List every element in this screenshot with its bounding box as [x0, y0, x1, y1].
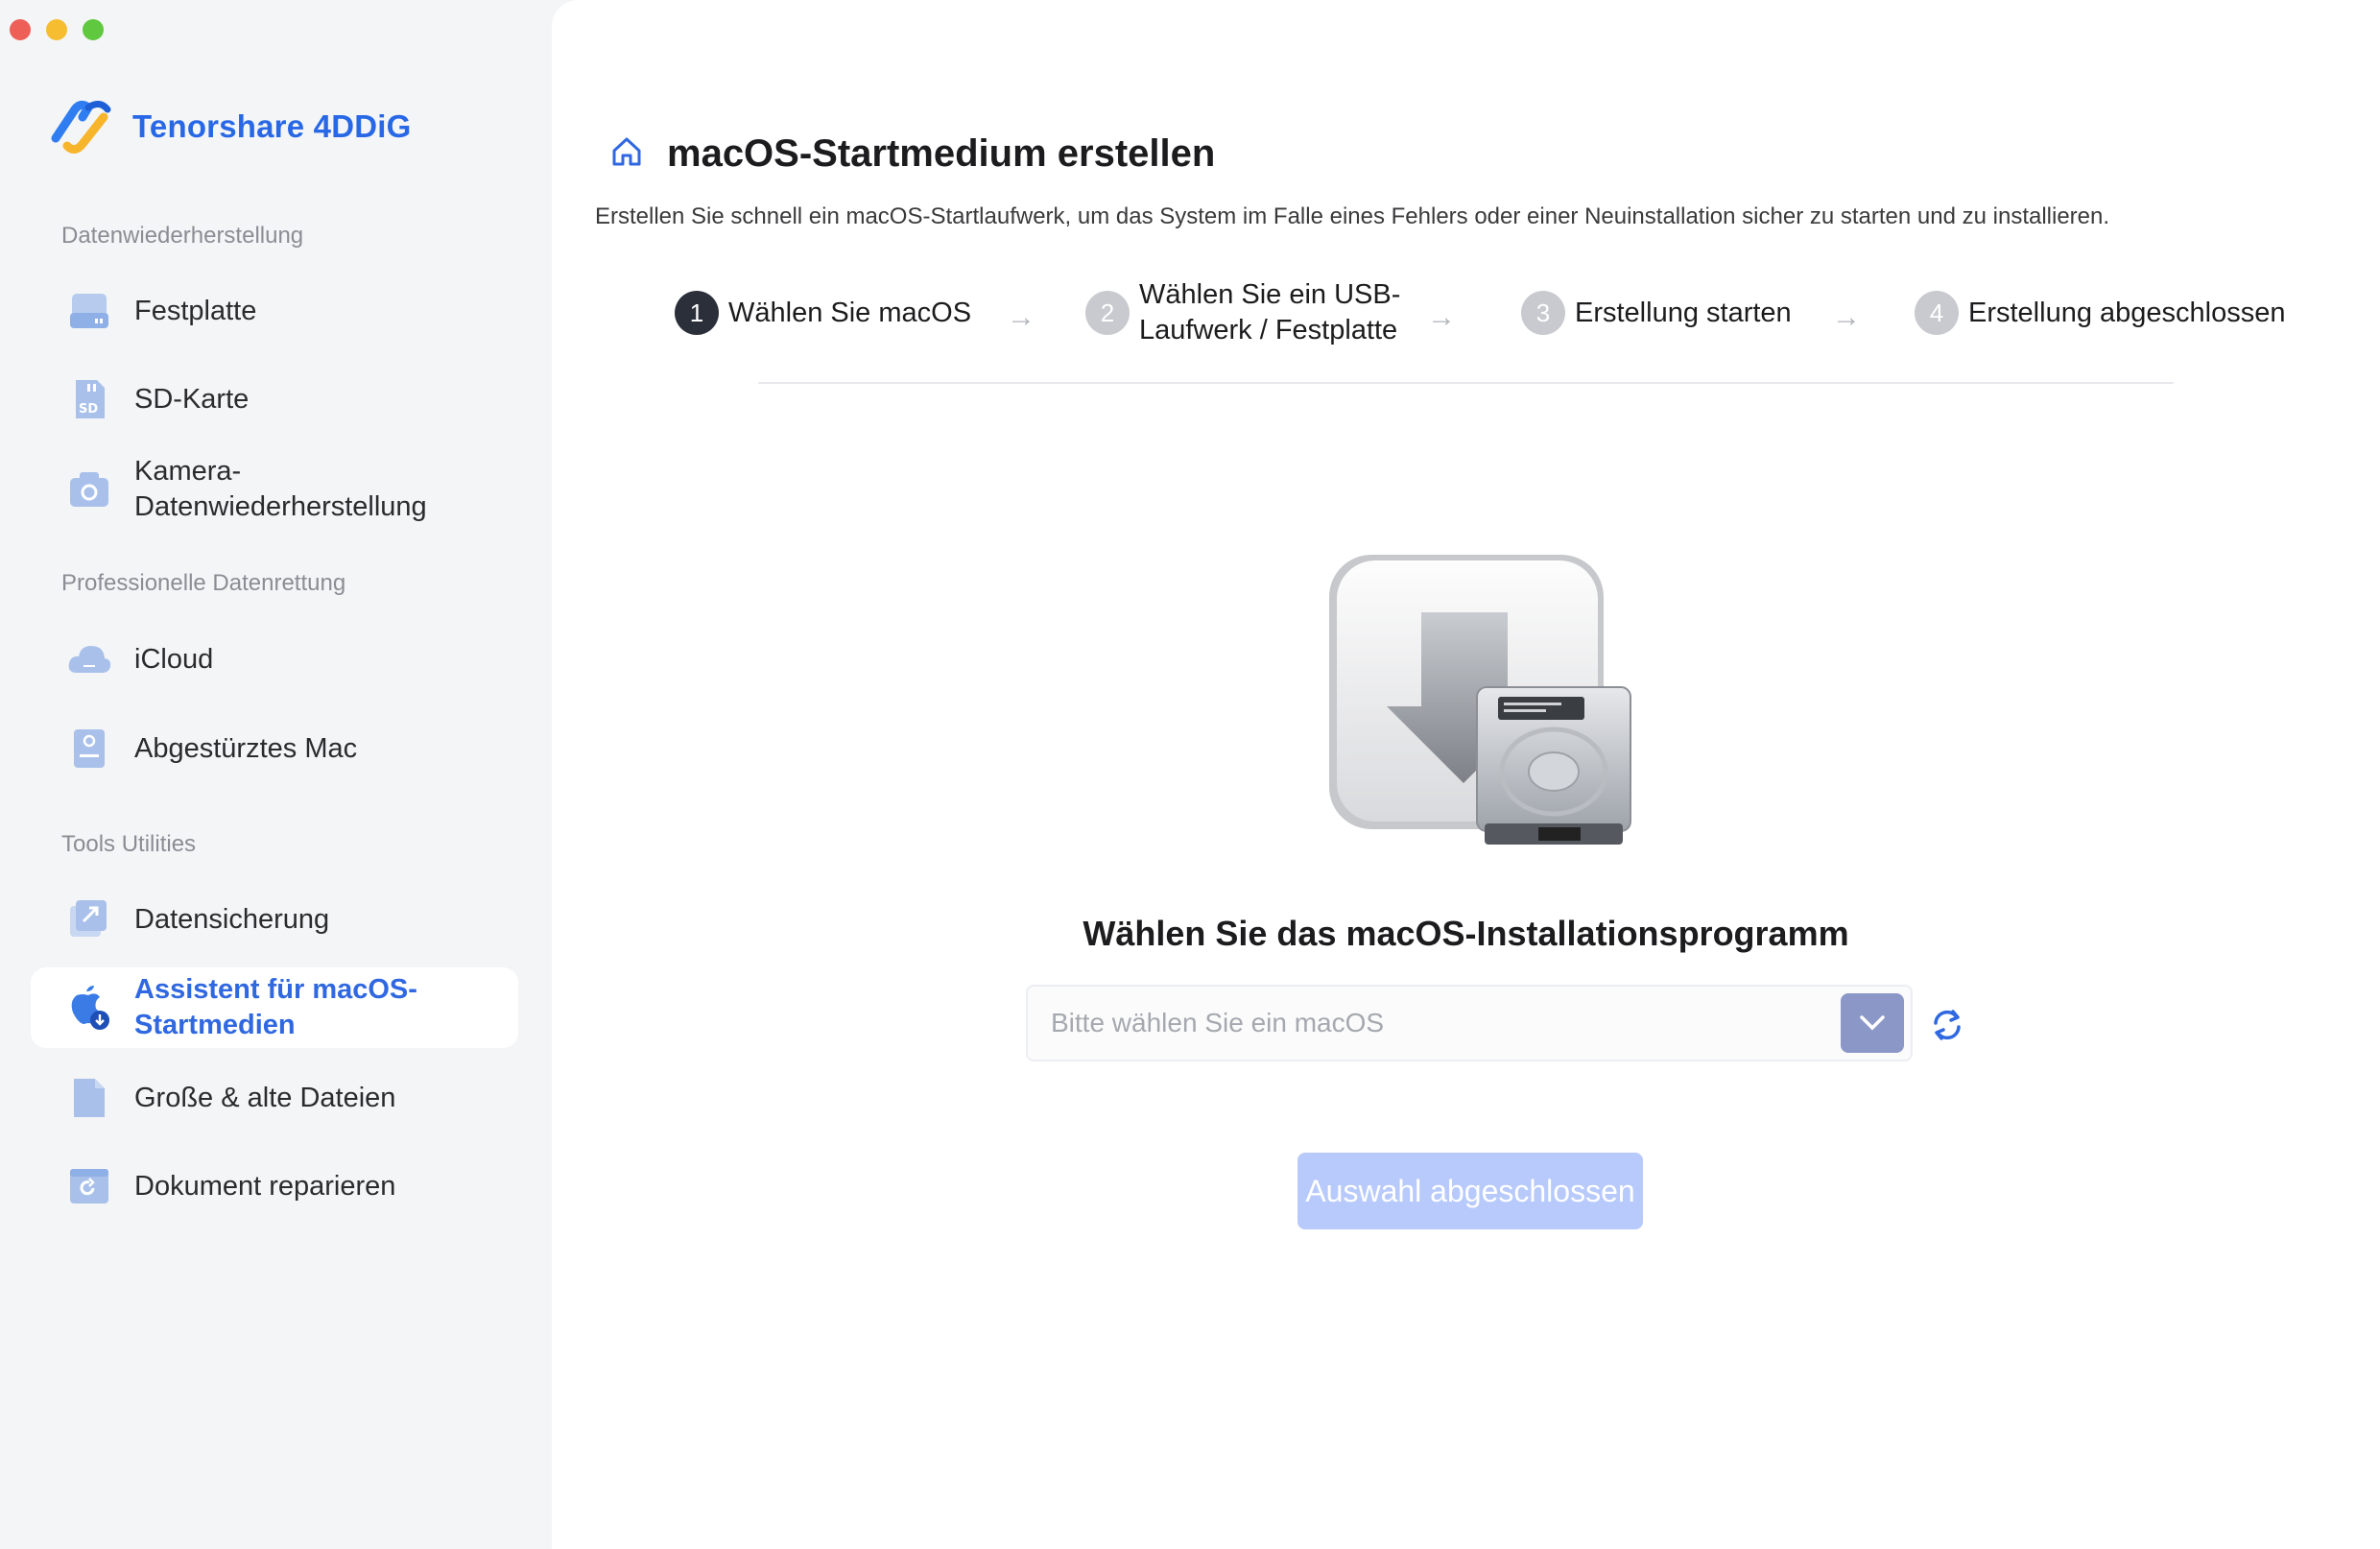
- app-window: Tenorshare 4DDiG Datenwiederherstellung …: [0, 0, 2380, 1549]
- sidebar-item-label: Festplatte: [134, 295, 257, 326]
- sidebar: Tenorshare 4DDiG Datenwiederherstellung …: [0, 0, 552, 1549]
- sidebar-item-label: Assistent für macOS-Startmedien: [134, 974, 417, 1040]
- step-number: 1: [675, 291, 719, 335]
- step-arrow: →: [1427, 301, 1456, 333]
- app-name: Tenorshare 4DDiG: [132, 108, 412, 144]
- macos-boot-icon: [65, 984, 113, 1032]
- backup-icon: [65, 895, 113, 943]
- sidebar-item-icloud[interactable]: iCloud: [31, 629, 518, 690]
- document-repair-icon: [65, 1162, 113, 1210]
- sidebar-item-label: SD-Karte: [134, 383, 250, 415]
- step-label: Wählen Sie ein USB-Laufwerk / Festplatte: [1139, 279, 1401, 346]
- page-title: macOS-Startmedium erstellen: [667, 132, 1216, 175]
- sidebar-item-dokument-reparieren[interactable]: Dokument reparieren: [31, 1156, 518, 1217]
- window-controls: [10, 19, 104, 40]
- crashed-mac-icon: [65, 725, 113, 773]
- svg-text:SD: SD: [79, 402, 98, 417]
- refresh-icon[interactable]: [1926, 1004, 1968, 1046]
- app-logo: Tenorshare 4DDiG: [48, 96, 412, 157]
- sidebar-item-grosse-alte-dateien[interactable]: Große & alte Dateien: [31, 1067, 518, 1129]
- steps-divider: [758, 382, 2174, 384]
- step-1: 1 Wählen Sie macOS: [675, 274, 971, 351]
- page-header: macOS-Startmedium erstellen: [609, 132, 1215, 176]
- sidebar-item-label: Datensicherung: [134, 903, 330, 935]
- sidebar-item-festplatte[interactable]: Festplatte: [31, 280, 518, 342]
- sd-card-icon: SD: [65, 375, 113, 423]
- choose-installer-heading: Wählen Sie das macOS-Installationsprogra…: [1083, 914, 1849, 953]
- step-number: 2: [1085, 291, 1130, 335]
- progress-steps: 1 Wählen Sie macOS → 2 Wählen Sie ein US…: [552, 274, 2380, 351]
- sidebar-item-label: Abgestürztes Mac: [134, 732, 358, 764]
- step-arrow: →: [1832, 301, 1861, 333]
- step-4: 4 Erstellung abgeschlossen: [1915, 274, 2285, 351]
- section-title-data-recovery: Datenwiederherstellung: [61, 223, 304, 249]
- minimize-window-button[interactable]: [46, 19, 67, 40]
- step-number: 3: [1521, 291, 1565, 335]
- step-label: Erstellung abgeschlossen: [1968, 297, 2286, 328]
- step-label: Wählen Sie macOS: [728, 297, 972, 328]
- section-title-professional-recovery: Professionelle Datenrettung: [61, 570, 346, 596]
- dropdown-toggle-button[interactable]: [1841, 993, 1904, 1053]
- sidebar-item-sd-karte[interactable]: SD SD-Karte: [31, 369, 518, 430]
- sidebar-item-kamera[interactable]: Kamera-Datenwiederherstellung: [31, 449, 518, 530]
- sidebar-item-datensicherung[interactable]: Datensicherung: [31, 889, 518, 950]
- step-arrow: →: [1007, 301, 1035, 333]
- home-icon[interactable]: [609, 134, 644, 174]
- macos-installer-illustration: [1329, 555, 1631, 845]
- sidebar-item-label: Kamera-Datenwiederherstellung: [134, 456, 427, 522]
- step-label: Erstellung starten: [1575, 297, 1792, 328]
- close-window-button[interactable]: [10, 19, 31, 40]
- chevron-down-icon: [1860, 1015, 1885, 1031]
- main-panel: macOS-Startmedium erstellen Erstellen Si…: [552, 0, 2380, 1549]
- camera-icon: [65, 465, 113, 513]
- file-icon: [65, 1074, 113, 1122]
- zoom-window-button[interactable]: [83, 19, 104, 40]
- sidebar-item-label: Dokument reparieren: [134, 1170, 396, 1202]
- step-number: 4: [1915, 291, 1959, 335]
- step-2: 2 Wählen Sie ein USB-Laufwerk / Festplat…: [1085, 274, 1417, 351]
- tenorshare-logo-icon: [51, 100, 111, 154]
- step-3: 3 Erstellung starten: [1521, 274, 1792, 351]
- page-description: Erstellen Sie schnell ein macOS-Startlau…: [595, 203, 2110, 229]
- sidebar-item-label: Große & alte Dateien: [134, 1082, 396, 1113]
- sidebar-item-label: iCloud: [134, 643, 214, 675]
- cloud-icon: [65, 635, 113, 683]
- macos-select-dropdown[interactable]: Bitte wählen Sie ein macOS: [1026, 985, 1913, 1061]
- select-placeholder: Bitte wählen Sie ein macOS: [1051, 1008, 1385, 1037]
- hard-drive-icon: [65, 287, 113, 335]
- section-title-tools: Tools Utilities: [61, 831, 197, 857]
- sidebar-item-macos-startmedien[interactable]: Assistent für macOS-Startmedien: [31, 967, 518, 1048]
- sidebar-item-abgestuerztes-mac[interactable]: Abgestürztes Mac: [31, 718, 518, 779]
- confirm-selection-button[interactable]: Auswahl abgeschlossen: [1297, 1153, 1643, 1229]
